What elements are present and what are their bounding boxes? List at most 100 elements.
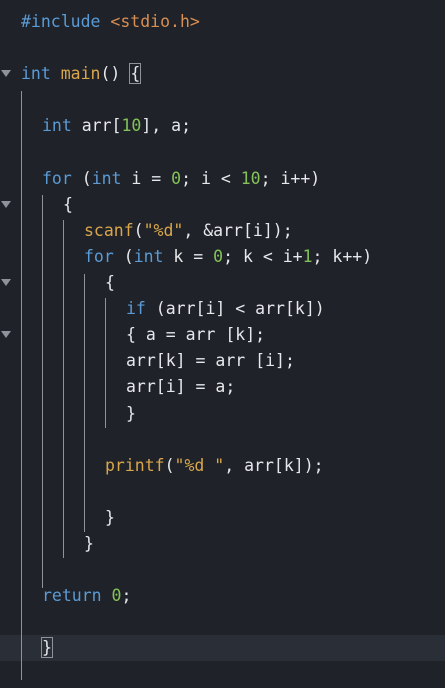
code-token: (arr[i] < arr[k]) xyxy=(145,299,325,319)
code-token: i = xyxy=(121,168,172,188)
code-token: ; xyxy=(121,586,132,606)
code-line[interactable] xyxy=(0,427,445,453)
code-token: , arr[k]); xyxy=(224,455,324,475)
code-line[interactable] xyxy=(0,35,445,61)
code-line[interactable]: if (arr[i] < arr[k]) xyxy=(0,296,445,322)
line-code: } xyxy=(41,635,53,661)
code-token: "%d " xyxy=(174,455,225,475)
line-code: printf("%d ", arr[k]); xyxy=(105,453,324,479)
code-token: , &arr[i]); xyxy=(183,220,293,240)
code-token: int xyxy=(133,246,164,266)
code-token: "%d" xyxy=(143,220,184,240)
line-code: { xyxy=(63,192,73,218)
indent-guide xyxy=(42,195,43,588)
code-line[interactable]: arr[i] = a; xyxy=(0,374,445,400)
code-token: arr[k] = arr [i]; xyxy=(126,351,295,371)
code-line[interactable]: for (int i = 0; i < 10; i++) xyxy=(0,166,445,192)
indent-guide xyxy=(105,298,106,428)
code-token: ], a; xyxy=(141,116,192,136)
code-line[interactable] xyxy=(0,557,445,583)
line-code: scanf("%d", &arr[i]); xyxy=(84,218,293,244)
code-line[interactable]: arr[k] = arr [i]; xyxy=(0,348,445,374)
line-code: if (arr[i] < arr[k]) xyxy=(126,296,325,322)
code-line[interactable]: #include <stdio.h> xyxy=(0,9,445,35)
code-line[interactable] xyxy=(0,662,445,688)
fold-arrow-icon[interactable] xyxy=(1,70,11,78)
code-line[interactable]: } xyxy=(0,401,445,427)
code-line[interactable]: } xyxy=(0,505,445,531)
code-token: ; i++) xyxy=(260,168,321,188)
line-code: int main() { xyxy=(21,61,142,87)
code-token: } xyxy=(84,534,94,553)
code-line[interactable]: } xyxy=(0,531,445,557)
line-code: int arr[10], a; xyxy=(42,113,191,139)
code-token: } xyxy=(105,507,115,527)
code-line[interactable]: int main() { xyxy=(0,61,445,87)
code-token: ( xyxy=(164,455,175,475)
code-line[interactable] xyxy=(0,609,445,635)
code-token: { xyxy=(105,273,115,292)
code-token: 0 xyxy=(171,168,182,188)
code-token: ( xyxy=(113,246,134,266)
code-token: return xyxy=(42,586,102,606)
line-code: return 0; xyxy=(42,583,131,609)
indent-guide xyxy=(21,91,22,680)
code-line[interactable]: for (int k = 0; k < i+1; k++) xyxy=(0,244,445,270)
indent-guide xyxy=(63,220,64,558)
code-token: ; k++) xyxy=(312,246,373,266)
code-line[interactable]: scanf("%d", &arr[i]); xyxy=(0,218,445,244)
code-token: 10 xyxy=(240,168,261,188)
fold-arrow-icon[interactable] xyxy=(1,200,11,208)
code-line[interactable]: { xyxy=(0,192,445,218)
code-editor[interactable]: #include <stdio.h> int main() {int arr[10… xyxy=(0,0,445,680)
code-token: ( xyxy=(71,168,92,188)
code-token: ( xyxy=(133,220,144,240)
line-code: { a = arr [k]; xyxy=(126,322,265,348)
code-token: } xyxy=(126,403,136,423)
code-line[interactable]: { xyxy=(0,270,445,296)
code-token: () xyxy=(100,64,131,84)
code-token: printf xyxy=(105,455,165,475)
line-code: for (int i = 0; i < 10; i++) xyxy=(42,166,320,192)
line-code: arr[i] = a; xyxy=(126,374,235,400)
fold-arrow-icon[interactable] xyxy=(1,331,11,339)
code-token: k = xyxy=(163,246,214,266)
indent-guide xyxy=(84,274,85,532)
code-token: int xyxy=(91,168,122,188)
line-code: } xyxy=(105,505,115,531)
code-line[interactable] xyxy=(0,140,445,166)
code-token: int xyxy=(42,116,72,136)
code-token: int xyxy=(21,64,51,84)
code-line[interactable]: } xyxy=(0,635,445,662)
line-code: { xyxy=(105,270,115,296)
code-token: { a = arr [k]; xyxy=(126,325,266,345)
code-line[interactable] xyxy=(0,479,445,505)
code-token: scanf xyxy=(84,220,134,240)
line-code: #include <stdio.h> xyxy=(21,9,200,35)
code-line[interactable]: return 0; xyxy=(0,583,445,609)
line-code: arr[k] = arr [i]; xyxy=(126,348,295,374)
code-token: { xyxy=(129,63,142,85)
code-token: ; k < i+ xyxy=(223,246,303,266)
code-token: #include xyxy=(21,12,101,31)
line-code: } xyxy=(126,401,136,427)
code-token: arr[i] = a; xyxy=(126,377,236,397)
code-line[interactable] xyxy=(0,87,445,113)
code-token: arr[ xyxy=(71,116,122,136)
fold-arrow-icon[interactable] xyxy=(1,279,11,286)
code-token: 10 xyxy=(121,116,142,136)
code-token: <stdio.h> xyxy=(110,12,200,31)
code-token: ; i < xyxy=(181,168,241,188)
code-line[interactable]: { a = arr [k]; xyxy=(0,322,445,348)
code-token: 0 xyxy=(213,246,224,266)
code-token: { xyxy=(63,194,73,214)
code-token: for xyxy=(84,246,114,266)
code-line[interactable]: int arr[10], a; xyxy=(0,113,445,139)
code-token: for xyxy=(42,168,72,188)
code-line[interactable]: printf("%d ", arr[k]); xyxy=(0,453,445,479)
code-token: main xyxy=(60,64,101,84)
code-token: if xyxy=(126,299,146,319)
